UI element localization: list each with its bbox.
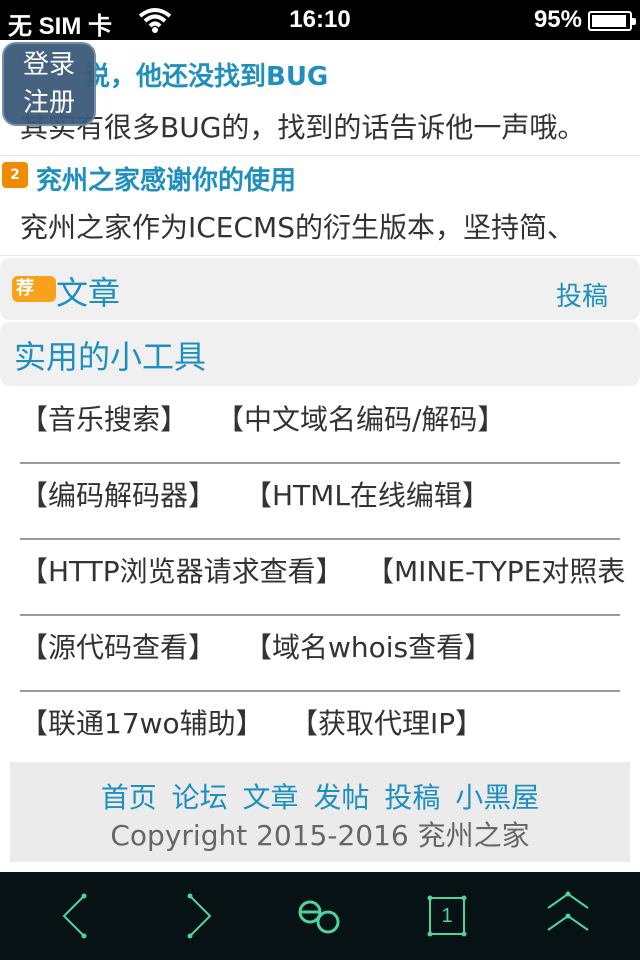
- tool-link-unicom-17wo[interactable]: 【联通17wo辅助】: [20, 702, 264, 742]
- menu-icon[interactable]: [256, 872, 384, 960]
- footer-link-home[interactable]: 首页: [101, 781, 157, 814]
- battery-percent: 95%: [533, 6, 582, 33]
- recommend-icon: 荐: [12, 276, 56, 302]
- tool-row: 【编码解码器】 【HTML在线编辑】: [20, 464, 620, 540]
- tool-link-codec[interactable]: 【编码解码器】: [20, 474, 216, 514]
- tabs-icon[interactable]: 1: [384, 872, 512, 960]
- news-item[interactable]: 说，他还没找到BUG 其实有很多BUG的，找到的话告诉他一声哦。: [0, 40, 640, 156]
- footer-link-blackroom[interactable]: 小黑屋: [455, 781, 539, 814]
- battery-icon: [588, 11, 636, 31]
- tab-count: 1: [441, 905, 453, 927]
- tool-link-http-request-viewer[interactable]: 【HTTP浏览器请求查看】: [20, 550, 344, 590]
- tool-link-mime-type[interactable]: 【MINE-TYPE对照表: [366, 550, 625, 590]
- tool-row: 【HTTP浏览器请求查看】 【MINE-TYPE对照表: [20, 540, 625, 616]
- back-icon[interactable]: [6, 872, 134, 960]
- footer-nav: 首页 论坛 文章 发帖 投稿 小黑屋: [10, 776, 630, 816]
- news-desc: 其实有很多BUG的，找到的话告诉他一声哦。: [20, 111, 586, 144]
- articles-title[interactable]: 文章: [56, 268, 120, 314]
- tool-link-source-viewer[interactable]: 【源代码查看】: [20, 626, 216, 666]
- tool-link-html-editor[interactable]: 【HTML在线编辑】: [244, 474, 490, 514]
- rank-icon: 2: [2, 162, 28, 188]
- tools-title: 实用的小工具: [14, 338, 207, 376]
- news-title[interactable]: 兖州之家感谢你的使用: [36, 160, 296, 197]
- tools-header: 实用的小工具: [0, 322, 640, 386]
- scroll-top-icon[interactable]: [504, 872, 632, 960]
- login-link[interactable]: 登录: [4, 46, 94, 84]
- forward-icon[interactable]: [134, 872, 262, 960]
- footer-link-forum[interactable]: 论坛: [172, 781, 228, 814]
- footer-link-articles[interactable]: 文章: [243, 781, 299, 814]
- news-item[interactable]: 2 兖州之家感谢你的使用 兖州之家作为ICECMS的衍生版本，坚持简、: [0, 156, 640, 256]
- tool-row: 【音乐搜索】 【中文域名编码/解码】: [20, 388, 620, 464]
- articles-header: 荐 文章 投稿: [0, 258, 640, 320]
- tool-link-whois[interactable]: 【域名whois查看】: [244, 626, 492, 666]
- footer-link-post[interactable]: 发帖: [313, 781, 369, 814]
- footer: 首页 论坛 文章 发帖 投稿 小黑屋 Copyright 2015-2016 兖…: [10, 762, 630, 862]
- register-link[interactable]: 注册: [4, 84, 94, 122]
- copyright: Copyright 2015-2016 兖州之家: [110, 819, 530, 852]
- submit-article-link[interactable]: 投稿: [556, 276, 608, 313]
- news-desc: 兖州之家作为ICECMS的衍生版本，坚持简、: [20, 211, 575, 244]
- footer-link-submit[interactable]: 投稿: [384, 781, 440, 814]
- tool-row: 【源代码查看】 【域名whois查看】: [20, 616, 620, 692]
- browser-toolbar: 1: [0, 872, 640, 960]
- tool-link-idn-codec[interactable]: 【中文域名编码/解码】: [216, 398, 505, 438]
- status-bar: 无 SIM 卡 16:10 95%: [0, 0, 640, 40]
- login-register-badge[interactable]: 登录 注册: [2, 42, 96, 126]
- tool-row: 【联通17wo辅助】 【获取代理IP】: [20, 692, 620, 768]
- tool-link-music-search[interactable]: 【音乐搜索】: [20, 398, 188, 438]
- tool-link-proxy-ip[interactable]: 【获取代理IP】: [290, 702, 483, 742]
- news-title[interactable]: 说，他还没找到BUG: [84, 56, 328, 93]
